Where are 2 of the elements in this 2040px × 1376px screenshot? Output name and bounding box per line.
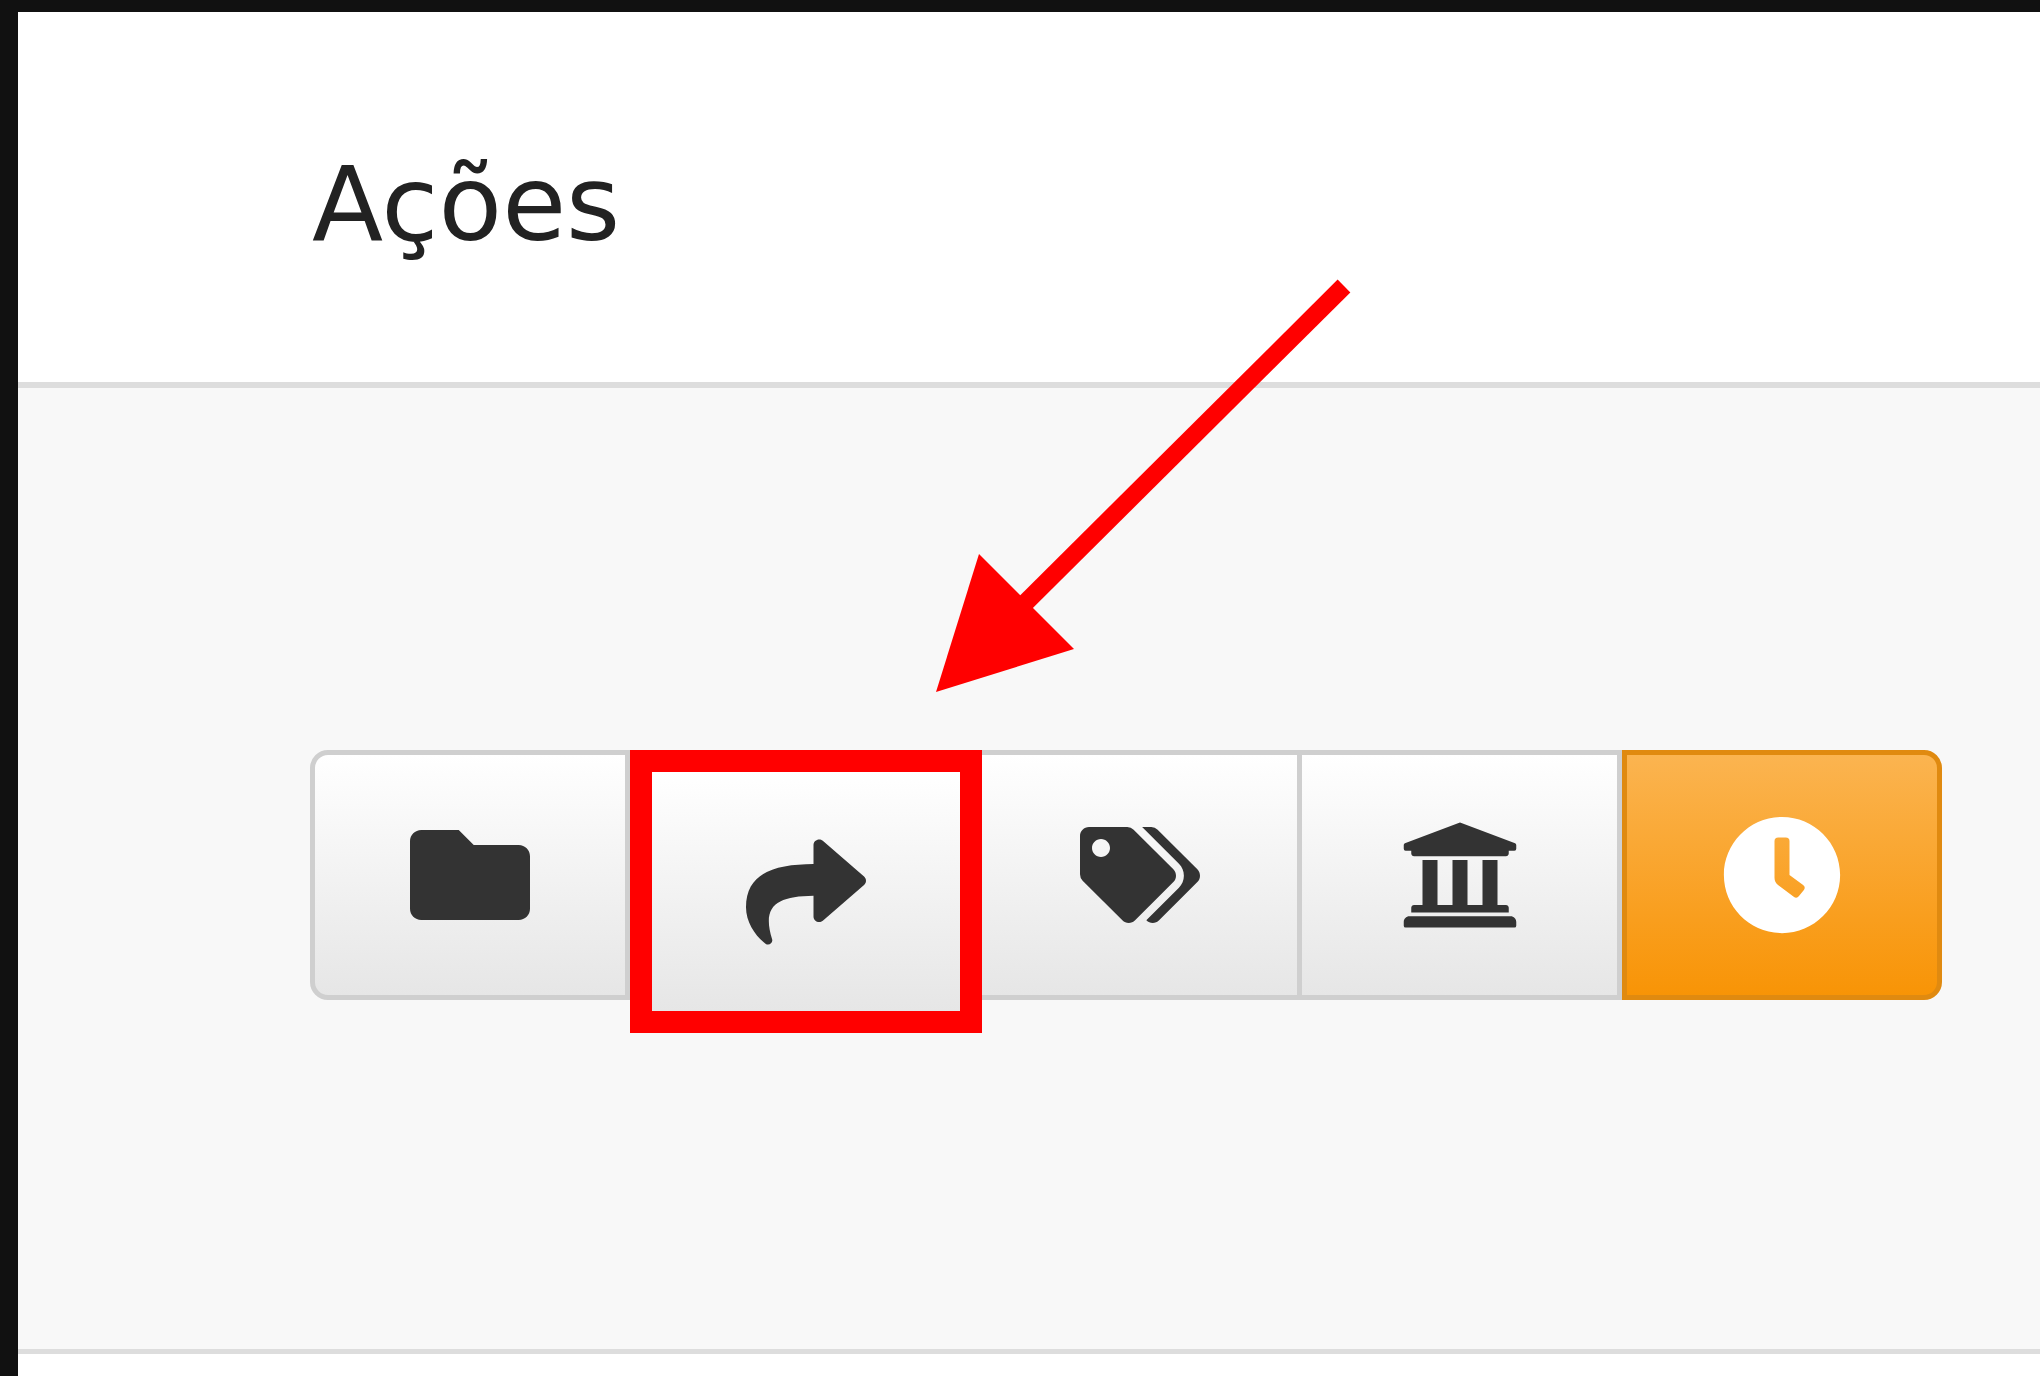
action-button[interactable] bbox=[630, 750, 982, 1033]
clock-icon bbox=[1722, 815, 1842, 935]
